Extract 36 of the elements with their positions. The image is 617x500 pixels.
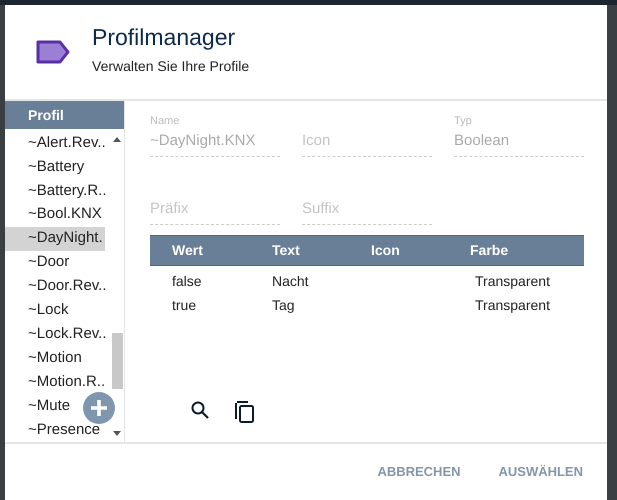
list-item[interactable]: ~Motion: [5, 346, 84, 370]
list-item[interactable]: ~Lock: [5, 298, 70, 322]
scrollbar-thumb[interactable]: [112, 333, 123, 389]
list-item[interactable]: ~Alert.Rev..: [5, 131, 108, 155]
scroll-up-icon[interactable]: [113, 137, 121, 142]
list-item[interactable]: ~Mute: [5, 394, 72, 418]
field-label: Name: [150, 114, 180, 129]
list-item[interactable]: ~Battery: [5, 154, 86, 179]
table-cell-text: Tag: [272, 296, 296, 315]
table-cell-text: Nacht: [272, 272, 310, 290]
add-button[interactable]: [83, 392, 115, 424]
column-header: Wert: [172, 241, 204, 260]
list-item[interactable]: ~Door.Rev..: [5, 274, 109, 298]
list-item[interactable]: ~DayNight.: [5, 226, 105, 251]
table-cell-text: false: [172, 272, 203, 290]
list-item[interactable]: ~Battery.R..: [5, 178, 109, 203]
tag-icon: [36, 40, 70, 64]
dialog-title: Profilmanager: [92, 23, 236, 52]
scroll-down-icon[interactable]: [113, 431, 121, 436]
column-header: Icon: [371, 241, 401, 260]
column-header: Farbe: [470, 241, 510, 260]
search-icon[interactable]: [190, 400, 210, 420]
copy-icon[interactable]: [234, 400, 256, 424]
list-item[interactable]: ~Door: [5, 250, 72, 275]
dialog-subtitle: Verwalten Sie Ihre Profile: [92, 56, 250, 76]
list-item[interactable]: ~Bool.KNX: [5, 202, 104, 227]
list-item[interactable]: ~Motion.R..: [5, 370, 108, 394]
list-item[interactable]: ~Lock.Rev..: [5, 322, 109, 346]
column-header: Text: [272, 241, 301, 260]
plus-icon: [90, 399, 108, 417]
table-cell-text: true: [172, 296, 198, 314]
table-cell-text: Transparent: [474, 272, 551, 291]
table-cell-text: Transparent: [474, 296, 551, 315]
field-label: Typ: [454, 114, 473, 129]
column-header: Profil: [5, 101, 124, 129]
list-item[interactable]: ~Presence: [5, 418, 102, 442]
